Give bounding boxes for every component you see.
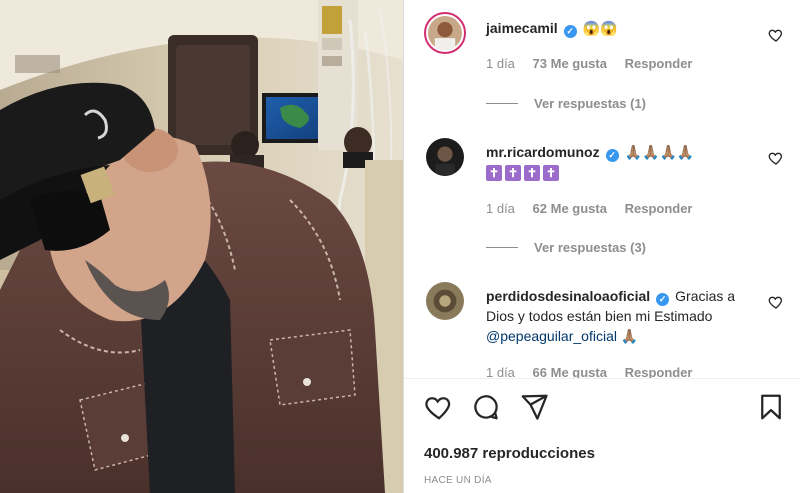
reply-button[interactable]: Responder <box>625 201 693 216</box>
instagram-post: jaimecamil ✓ 😱😱 1 día 73 Me gusta Responde… <box>0 0 800 493</box>
save-button[interactable] <box>756 392 786 422</box>
view-replies-label: Ver respuestas (3) <box>534 240 647 255</box>
comments-list[interactable]: jaimecamil ✓ 😱😱 1 día 73 Me gusta Responde… <box>404 0 800 378</box>
latin-cross-icon: ✝ <box>505 165 521 181</box>
comments-panel: jaimecamil ✓ 😱😱 1 día 73 Me gusta Responde… <box>404 0 800 493</box>
comment-username[interactable]: mr.ricardomunoz <box>486 144 600 160</box>
latin-cross-icon: ✝ <box>543 165 559 181</box>
post-timestamp[interactable]: HACE UN DÍA <box>424 475 492 486</box>
share-button[interactable] <box>519 392 549 422</box>
avatar-image <box>426 282 464 320</box>
comment-meta: 1 día 62 Me gusta Responder <box>486 201 707 216</box>
video-frame-image <box>0 0 403 493</box>
comment-message: 😱😱 <box>582 20 618 36</box>
latin-cross-icon: ✝ <box>524 165 540 181</box>
comment-text: mr.ricardomunoz ✓ 🙏🏽🙏🏽🙏🏽🙏🏽 ✝ ✝ ✝ ✝ <box>486 142 756 182</box>
comment-button[interactable] <box>471 392 501 422</box>
avatar[interactable] <box>426 282 464 320</box>
view-replies-label: Ver respuestas (1) <box>534 96 647 111</box>
latin-cross-icon: ✝ <box>486 165 502 181</box>
comment-time: 1 día <box>486 201 515 216</box>
view-count[interactable]: 400.987 reproducciones <box>424 445 595 462</box>
action-bar <box>404 392 800 428</box>
heart-icon[interactable] <box>768 294 784 310</box>
like-button[interactable] <box>424 392 454 422</box>
comment-username[interactable]: jaimecamil <box>486 20 558 36</box>
comment-time: 1 día <box>486 365 515 378</box>
comment-username[interactable]: perdidosdesinaloaoficial <box>486 288 650 304</box>
comment-likes[interactable]: 62 Me gusta <box>533 201 607 216</box>
paper-plane-icon <box>521 394 548 420</box>
comment-meta: 1 día 66 Me gusta Responder <box>486 365 707 378</box>
comment-text: perdidosdesinaloaoficial ✓ Gracias a Dios … <box>486 286 756 346</box>
verified-badge-icon: ✓ <box>656 293 670 306</box>
reply-button[interactable]: Responder <box>625 365 693 378</box>
avatar-image <box>426 138 464 176</box>
mention-link[interactable]: @pepeaguilar_oficial <box>486 328 617 344</box>
heart-icon <box>425 397 451 420</box>
heart-icon[interactable] <box>768 27 784 43</box>
avatar[interactable] <box>424 12 466 54</box>
reply-button[interactable]: Responder <box>625 56 693 71</box>
comment-meta: 1 día 73 Me gusta Responder <box>486 56 707 71</box>
comment-time: 1 día <box>486 56 515 71</box>
comment-text: jaimecamil ✓ 😱😱 <box>486 18 756 38</box>
cross-emojis: ✝ ✝ ✝ ✝ <box>486 165 559 181</box>
view-replies-button[interactable]: Ver respuestas (1) <box>486 96 646 111</box>
actions-divider <box>404 378 800 379</box>
avatar[interactable] <box>426 138 464 176</box>
comment-icon <box>474 395 498 420</box>
heart-icon[interactable] <box>768 150 784 166</box>
verified-badge-icon: ✓ <box>605 149 619 162</box>
comment-message: 🙏🏽🙏🏽🙏🏽🙏🏽 <box>624 144 695 160</box>
comment-likes[interactable]: 73 Me gusta <box>533 56 607 71</box>
view-replies-button[interactable]: Ver respuestas (3) <box>486 240 646 255</box>
comment-message-end: 🙏🏽 <box>616 328 639 344</box>
verified-badge-icon: ✓ <box>563 25 577 38</box>
post-video[interactable] <box>0 0 403 493</box>
avatar-image <box>428 16 462 50</box>
bookmark-icon <box>761 394 781 420</box>
replies-line <box>486 103 518 104</box>
comment-likes[interactable]: 66 Me gusta <box>533 365 607 378</box>
replies-line <box>486 247 518 248</box>
